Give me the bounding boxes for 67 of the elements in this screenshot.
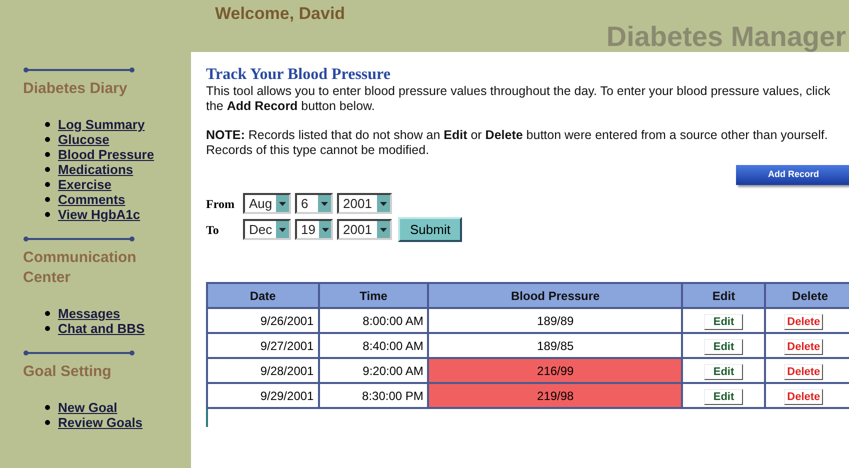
table-cell: 9/27/2001 <box>207 333 319 358</box>
sidebar-link[interactable]: Glucose <box>58 132 110 147</box>
submit-button[interactable]: Submit <box>398 217 462 242</box>
edit-button[interactable]: Edit <box>704 364 744 380</box>
intro-text: This tool allows you to enter blood pressure values throughout the day. To enter your blood pressure values, click the Add Record button below. <box>206 84 832 114</box>
table-cell: 189/85 <box>428 333 682 358</box>
bullet-icon <box>45 137 50 142</box>
dropdown-arrow-icon <box>276 221 289 238</box>
sidebar-heading: Diabetes Diary <box>23 79 128 99</box>
table-cell: 219/98 <box>428 383 682 408</box>
table-cell: 8:00:00 AM <box>318 308 428 333</box>
column-header: Date <box>207 283 319 308</box>
bullet-icon <box>45 152 50 157</box>
bullet-icon <box>45 197 50 202</box>
dropdown-field[interactable]: Dec <box>243 219 291 240</box>
table-cell: 9:20:00 AM <box>318 358 428 383</box>
table-cell: 216/99 <box>428 358 682 383</box>
table-cell: 189/89 <box>428 308 682 333</box>
sidebar-heading: Goal Setting <box>23 362 112 382</box>
sidebar-link[interactable]: Comments <box>58 192 126 207</box>
table-cell: 8:30:00 PM <box>318 383 428 408</box>
delete-button[interactable]: Delete <box>784 388 824 404</box>
sidebar-link[interactable]: Log Summary <box>58 117 145 132</box>
dropdown-field[interactable]: 2001 <box>337 219 392 240</box>
edit-button[interactable]: Edit <box>704 314 744 330</box>
table-cell: 9/29/2001 <box>207 383 319 408</box>
bullet-icon <box>45 326 50 331</box>
sidebar-link[interactable]: Medications <box>58 162 134 177</box>
bullet-icon <box>45 122 50 127</box>
column-header: Delete <box>765 283 849 308</box>
table-cell: 9/28/2001 <box>207 358 319 383</box>
column-header: Time <box>318 283 428 308</box>
edit-button[interactable]: Edit <box>704 388 744 404</box>
sidebar-link[interactable]: Messages <box>58 306 120 321</box>
dropdown-field[interactable]: Aug <box>243 193 291 214</box>
sidebar-heading: Communication Center <box>23 248 138 288</box>
date-label: From <box>206 196 236 212</box>
edit-button[interactable]: Edit <box>704 338 744 354</box>
dropdown-field[interactable]: 2001 <box>337 193 392 214</box>
sidebar-link[interactable]: Chat and BBS <box>58 321 145 336</box>
sidebar-link[interactable]: View HgbA1c <box>58 207 140 222</box>
bullet-icon <box>45 311 50 316</box>
sidebar-link[interactable]: Exercise <box>58 177 112 192</box>
table-cell: 8:40:00 AM <box>318 333 428 358</box>
sidebar-link[interactable]: Review Goals <box>58 415 143 430</box>
add-record-button[interactable]: Add Record <box>736 165 849 185</box>
column-header: Blood Pressure <box>428 283 682 308</box>
table-cell: 9/26/2001 <box>207 308 319 333</box>
bullet-icon <box>45 405 50 410</box>
delete-button[interactable]: Delete <box>784 314 824 330</box>
date-label: To <box>206 222 220 238</box>
page-title: Track Your Blood Pressure <box>206 66 392 84</box>
bullet-icon <box>45 182 50 187</box>
note-text: NOTE: Records listed that do not show an Edit or Delete button were entered from a source other than yourself. Records of this type cannot be modified. <box>206 128 829 158</box>
sidebar-link[interactable]: New Goal <box>58 400 118 415</box>
bullet-icon <box>45 212 50 217</box>
dropdown-arrow-icon <box>276 195 289 212</box>
dropdown-field[interactable]: 6 <box>295 193 333 214</box>
column-header: Edit <box>682 283 766 308</box>
delete-button[interactable]: Delete <box>784 338 824 354</box>
bullet-icon <box>45 167 50 172</box>
dropdown-field[interactable]: 19 <box>295 219 333 240</box>
welcome-text: Welcome, David <box>215 3 346 25</box>
sidebar-link[interactable]: Blood Pressure <box>58 147 154 162</box>
bullet-icon <box>45 420 50 425</box>
delete-button[interactable]: Delete <box>784 364 824 380</box>
dropdown-arrow-icon <box>319 221 331 238</box>
